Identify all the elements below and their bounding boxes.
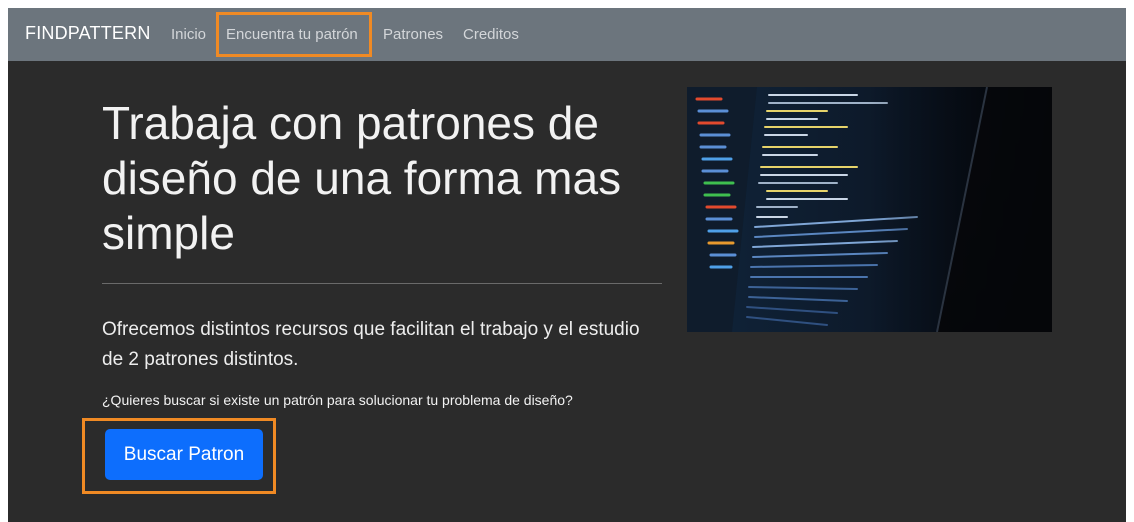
hero-question: ¿Quieres buscar si existe un patrón para… [102,392,573,408]
navbar: FINDPATTERN Inicio Encuentra tu patrón P… [8,8,1126,61]
nav-link-creditos[interactable]: Creditos [463,26,519,43]
hero-code-image [687,87,1052,332]
nav-link-encuentra-tu-patron[interactable]: Encuentra tu patrón [226,26,358,43]
brand-logo[interactable]: FINDPATTERN [25,23,151,44]
code-editor-photo-icon [687,87,1052,332]
nav-link-inicio[interactable]: Inicio [171,26,206,43]
nav-link-patrones[interactable]: Patrones [383,26,443,43]
hero-title: Trabaja con patrones de diseño de una fo… [102,97,622,259]
page-frame: FINDPATTERN Inicio Encuentra tu patrón P… [8,8,1126,522]
hero-lead: Ofrecemos distintos recursos que facilit… [102,319,640,370]
hero-divider [102,283,662,284]
buscar-patron-button[interactable]: Buscar Patron [105,429,263,480]
